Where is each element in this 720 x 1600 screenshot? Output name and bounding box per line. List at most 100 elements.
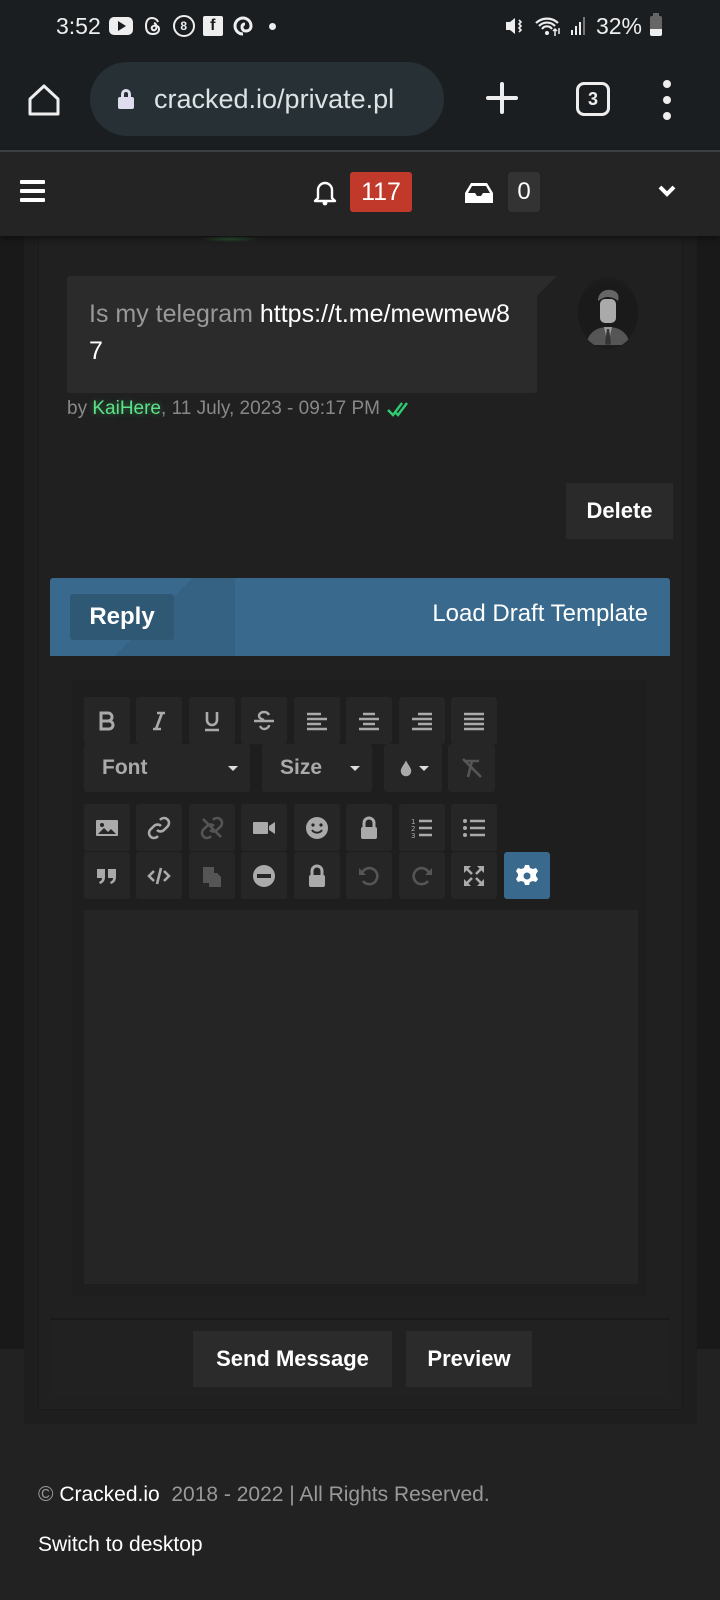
paste-button[interactable]: [189, 852, 235, 899]
insert-link-button[interactable]: [136, 804, 182, 851]
battery-percent: 32%: [595, 12, 642, 39]
reply-title: Reply: [70, 594, 174, 640]
align-left-button[interactable]: [294, 697, 340, 744]
bubble-tail: [535, 276, 557, 298]
lock-icon: [118, 89, 134, 109]
unordered-list-button[interactable]: [451, 804, 497, 851]
url-text[interactable]: cracked.io/private.pl: [154, 84, 434, 115]
expand-arrows-icon: [464, 865, 484, 886]
unlink-button[interactable]: [189, 804, 235, 851]
paste-icon: [203, 866, 221, 887]
redo-button[interactable]: [399, 852, 445, 899]
footer: [0, 1424, 720, 1600]
italic-button[interactable]: [136, 697, 182, 744]
underline-button[interactable]: [189, 697, 235, 744]
quote-button[interactable]: [84, 852, 130, 899]
youtube-icon: [108, 17, 133, 35]
bold-icon: [99, 711, 115, 730]
text-color-button[interactable]: [384, 744, 442, 792]
message-timestamp: , 11 July, 2023 - 09:17 PM: [161, 398, 380, 419]
copyright-text: © Cracked.io 2018 - 2022 | All Rights Re…: [38, 1483, 490, 1507]
mute-vibrate-icon: [505, 18, 523, 34]
justify-button[interactable]: [451, 697, 497, 744]
size-select[interactable]: Size: [262, 744, 372, 792]
lock-icon: [361, 816, 377, 839]
ordered-list-icon: 123: [411, 818, 432, 840]
unordered-list-icon: [463, 818, 485, 837]
source-settings-button[interactable]: [504, 852, 550, 899]
smiley-icon: [306, 816, 328, 839]
notifications-bell-icon[interactable]: [312, 178, 338, 206]
align-right-icon: [412, 712, 432, 730]
caret-down-icon: [228, 766, 238, 771]
svg-text:3: 3: [411, 832, 415, 840]
size-select-label: Size: [280, 756, 323, 779]
link-icon: [147, 816, 171, 839]
new-tab-button[interactable]: [484, 80, 520, 116]
page-gutter-right: [697, 236, 720, 1349]
bold-button[interactable]: [84, 697, 130, 744]
insert-image-button[interactable]: [84, 804, 130, 851]
read-receipt-double-check-icon: [387, 402, 409, 417]
8ball-icon: 8: [172, 15, 195, 37]
hamburger-menu-icon[interactable]: [20, 180, 45, 202]
insert-video-button[interactable]: [241, 804, 287, 851]
color-drop-icon: [400, 760, 412, 777]
align-center-button[interactable]: [346, 697, 392, 744]
maximize-button[interactable]: [451, 852, 497, 899]
unlink-icon: [200, 816, 224, 839]
justify-icon: [464, 712, 484, 730]
chevron-down-icon[interactable]: [658, 184, 676, 198]
battery-icon: [650, 13, 662, 36]
copyright-years: 2018 - 2022 | All Rights Reserved.: [159, 1483, 490, 1506]
tab-switcher-button[interactable]: 3: [576, 82, 610, 116]
italic-icon: [153, 711, 165, 730]
status-bar: 3:52 8 f 32%: [0, 0, 720, 52]
lock-button[interactable]: [294, 852, 340, 899]
author-link[interactable]: KaiHere: [92, 398, 161, 419]
horizontal-rule-button[interactable]: [241, 852, 287, 899]
notifications-count-badge[interactable]: 117: [350, 172, 412, 212]
avatar[interactable]: [578, 277, 638, 349]
undo-icon: [359, 866, 379, 885]
browser-menu-button[interactable]: [660, 80, 674, 120]
ordered-list-button[interactable]: 123: [399, 804, 445, 851]
lock-icon: [309, 864, 325, 887]
preview-button[interactable]: Preview: [406, 1331, 532, 1387]
address-bar[interactable]: cracked.io/private.pl: [90, 62, 444, 136]
quote-icon: [97, 868, 116, 884]
switch-to-desktop-link[interactable]: Switch to desktop: [38, 1533, 203, 1557]
clock: 3:52: [56, 12, 101, 39]
message-bubble: Is my telegram https://t.me/mewmew87: [67, 276, 537, 393]
threads-icon: [141, 15, 165, 37]
message-textarea[interactable]: [84, 910, 638, 1284]
strikethrough-button[interactable]: [241, 697, 287, 744]
send-message-button[interactable]: Send Message: [193, 1331, 392, 1387]
wifi-icon: [535, 17, 560, 36]
align-center-icon: [359, 712, 379, 730]
delete-button[interactable]: Delete: [566, 483, 673, 539]
load-draft-template-link[interactable]: Load Draft Template: [432, 600, 648, 628]
strikethrough-icon: [254, 710, 274, 730]
video-camera-icon: [253, 821, 275, 834]
gear-icon: [516, 864, 538, 885]
undo-button[interactable]: [346, 852, 392, 899]
home-button[interactable]: [26, 82, 62, 118]
inbox-count-badge[interactable]: 0: [508, 172, 540, 212]
brand-link[interactable]: Cracked.io: [59, 1483, 159, 1506]
message-meta: by KaiHere, 11 July, 2023 - 09:17 PM: [67, 398, 413, 420]
redo-icon: [412, 866, 432, 885]
remove-format-button[interactable]: [448, 744, 495, 792]
code-icon: [147, 867, 171, 884]
align-right-button[interactable]: [399, 697, 445, 744]
site-header: 117 0: [0, 152, 720, 236]
page-gutter-left: [0, 236, 24, 1349]
signal-icon: [570, 17, 585, 35]
code-button[interactable]: [136, 852, 182, 899]
font-select[interactable]: Font: [84, 744, 250, 792]
caret-down-icon: [419, 765, 429, 771]
hide-content-button[interactable]: [346, 804, 392, 851]
inbox-icon[interactable]: [465, 182, 493, 204]
insert-emoticon-button[interactable]: [294, 804, 340, 851]
image-icon: [96, 819, 118, 836]
